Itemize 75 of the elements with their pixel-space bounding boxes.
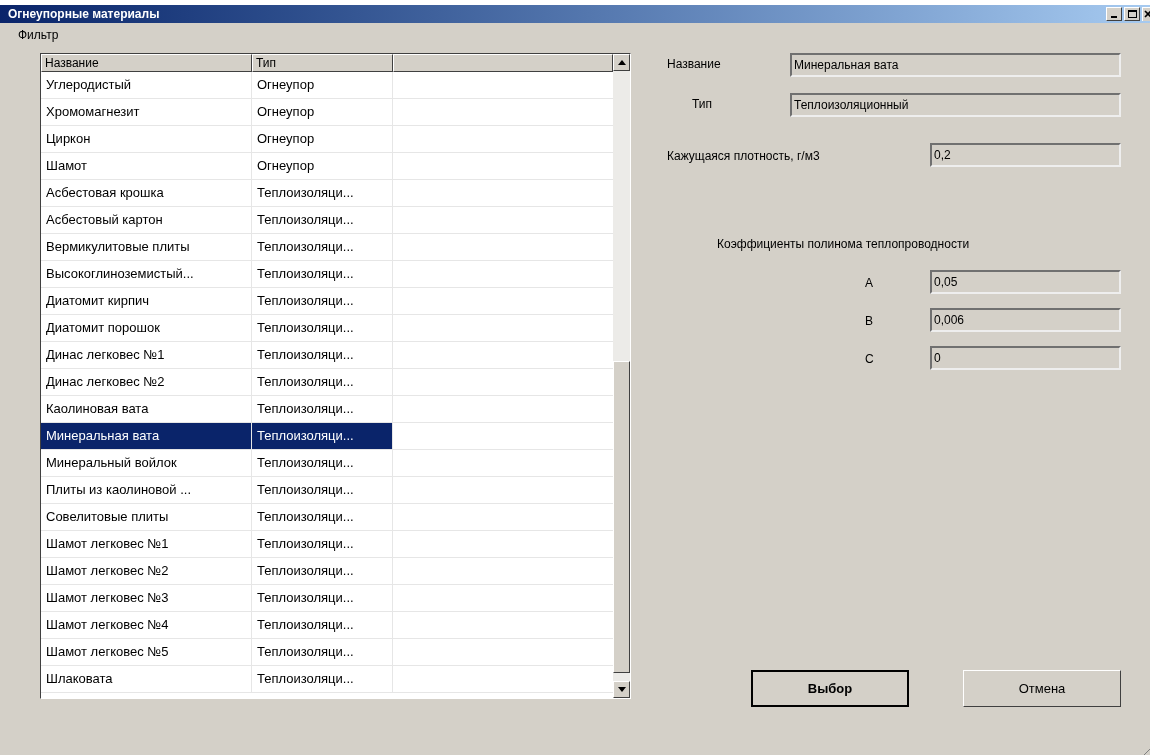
down-arrow-icon [617,687,626,692]
table-cell[interactable]: Теплоизоляци... [252,342,393,369]
menu-item[interactable]: Фильтр [14,26,63,44]
table-cell[interactable]: Вермикулитовые плиты [41,234,252,261]
field-label: Название [667,56,722,73]
scroll-thumb[interactable] [613,361,630,673]
table-cell[interactable]: Теплоизоляци... [252,477,393,504]
table-cell[interactable]: Теплоизоляци... [252,261,393,288]
table-cell[interactable]: Теплоизоляци... [252,639,393,666]
dialog-button[interactable]: Выбор [751,670,909,707]
table-cell[interactable]: Динас легковес №1 [41,342,252,369]
input-field[interactable]: 0 [930,346,1121,370]
table-cell[interactable]: Шлаковата [41,666,252,693]
close-button[interactable] [1142,7,1150,21]
input-field[interactable]: 0,006 [930,308,1121,332]
field-label: A [864,275,874,292]
table-cell[interactable]: Огнеупор [252,153,393,180]
field-label: Кажущаяся плотность, г/м3 [667,148,821,165]
table-cell[interactable]: Теплоизоляци... [252,585,393,612]
table-cell[interactable]: Асбестовый картон [41,207,252,234]
table-cell[interactable]: Теплоизоляци... [252,396,393,423]
table-cell[interactable]: Теплоизоляци... [252,531,393,558]
table-cell[interactable]: Шамот [41,153,252,180]
table-cell[interactable]: Теплоизоляци... [252,423,393,450]
table-cell[interactable]: Теплоизоляци... [252,288,393,315]
field-label: Тип [691,96,713,113]
table-cell[interactable]: Шамот легковес №5 [41,639,252,666]
table-cell[interactable]: Шамот легковес №1 [41,531,252,558]
table-cell[interactable]: Теплоизоляци... [252,450,393,477]
table-cell[interactable]: Шамот легковес №2 [41,558,252,585]
table-cell[interactable]: Плиты из каолиновой ... [41,477,252,504]
table-cell[interactable]: Диатомит кирпич [41,288,252,315]
minimize-button[interactable] [1106,7,1122,21]
table-cell[interactable]: Теплоизоляци... [252,666,393,693]
table-cell[interactable]: Хромомагнезит [41,99,252,126]
table-cell[interactable]: Теплоизоляци... [252,369,393,396]
table-cell[interactable]: Шамот легковес №3 [41,585,252,612]
scroll-down-button[interactable] [613,681,630,698]
input-field[interactable]: 0,2 [930,143,1121,167]
column-header[interactable]: Название [41,54,252,72]
table-cell[interactable]: Динас легковес №2 [41,369,252,396]
table-cell[interactable]: Шамот легковес №4 [41,612,252,639]
input-field[interactable]: Теплоизоляционный [790,93,1121,117]
table-cell[interactable]: Теплоизоляци... [252,207,393,234]
table-cell[interactable]: Теплоизоляци... [252,558,393,585]
table-cell[interactable]: Огнеупор [252,72,393,99]
maximize-button[interactable] [1124,7,1140,21]
table-cell[interactable]: Огнеупор [252,126,393,153]
table-cell[interactable]: Высокоглиноземистый... [41,261,252,288]
table-cell[interactable]: Каолиновая вата [41,396,252,423]
table-cell[interactable]: Минеральная вата [41,423,252,450]
field-label: B [864,313,874,330]
up-arrow-icon [617,60,626,65]
table-cell[interactable]: Теплоизоляци... [252,315,393,342]
input-field[interactable]: Минеральная вата [790,53,1121,77]
table-cell[interactable]: Асбестовая крошка [41,180,252,207]
table-cell[interactable]: Минеральный войлок [41,450,252,477]
scrollbar[interactable] [613,54,630,698]
table-cell[interactable]: Циркон [41,126,252,153]
table-cell[interactable]: Теплоизоляци... [252,180,393,207]
table-cell[interactable]: Теплоизоляци... [252,612,393,639]
section-heading: Коэффициенты полинома теплопроводности [716,236,970,253]
table-cell[interactable]: Теплоизоляци... [252,234,393,261]
input-field[interactable]: 0,05 [930,270,1121,294]
table-cell[interactable]: Теплоизоляци... [252,504,393,531]
scroll-up-button[interactable] [613,54,630,71]
table-cell[interactable]: Углеродистый [41,72,252,99]
table-cell[interactable]: Совелитовые плиты [41,504,252,531]
window-title: Огнеупорные материалы [8,6,160,23]
table-cell[interactable]: Диатомит порошок [41,315,252,342]
field-label: C [864,351,875,368]
column-header[interactable]: Тип [252,54,393,72]
resize-grip-icon[interactable] [1144,749,1150,755]
dialog-button[interactable]: Отмена [963,670,1121,707]
table-cell[interactable]: Огнеупор [252,99,393,126]
